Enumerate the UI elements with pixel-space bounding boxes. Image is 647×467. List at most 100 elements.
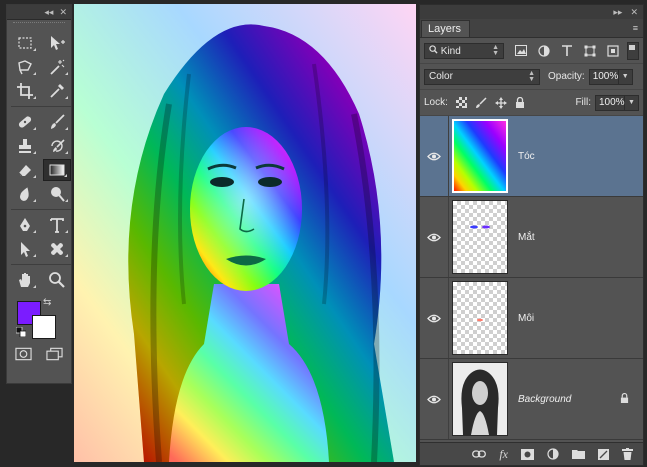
blur-icon [19, 187, 29, 201]
collapse-icon[interactable]: ◂◂ [44, 7, 53, 18]
lasso-icon [18, 60, 32, 75]
default-colors-icon[interactable] [16, 327, 26, 337]
fill-label: Fill: [575, 97, 591, 108]
eye-icon [427, 152, 441, 160]
layer-name[interactable]: Môi [518, 313, 534, 324]
filter-kind-select[interactable]: Kind ▲ ▼ [424, 42, 504, 59]
healing-brush-tool[interactable] [11, 111, 39, 133]
panel-grip[interactable] [13, 22, 65, 30]
dodge-icon [51, 187, 65, 202]
lock-all-icon[interactable] [515, 96, 525, 109]
blend-mode-select[interactable]: Color ▲ ▼ [424, 68, 540, 85]
folder-icon[interactable] [572, 449, 585, 459]
adjustment-filter-icon[interactable] [537, 44, 551, 57]
trash-icon[interactable] [622, 448, 633, 460]
eye-icon [427, 233, 441, 241]
adjustment-icon[interactable] [547, 448, 559, 460]
layer-thumbnail[interactable] [452, 281, 508, 355]
lock-position-icon[interactable] [494, 96, 507, 109]
layer-row-background[interactable]: Background [420, 359, 643, 440]
lock-pixels-icon[interactable] [475, 96, 487, 109]
link-icon[interactable] [472, 450, 487, 458]
layer-row-moi[interactable]: Môi [420, 278, 643, 359]
dropdown-arrows-icon: ▲ ▼ [528, 69, 535, 83]
background-color-swatch[interactable] [32, 315, 56, 339]
type-filter-icon[interactable] [560, 44, 574, 57]
shape-filter-icon[interactable] [583, 45, 597, 57]
eraser-tool[interactable] [11, 159, 39, 181]
gradient-tool[interactable] [43, 159, 71, 181]
layer-name[interactable]: Tóc [518, 151, 535, 162]
dodge-tool[interactable] [43, 183, 71, 205]
move-tool[interactable] [43, 32, 71, 54]
screen-mode-icon[interactable] [46, 347, 63, 361]
quick-mask-icon[interactable] [15, 347, 32, 361]
lock-transparent-icon[interactable] [455, 97, 467, 108]
new-layer-icon[interactable] [598, 448, 609, 460]
layer-thumbnail[interactable] [452, 200, 508, 274]
history-brush-tool[interactable] [43, 135, 71, 157]
close-icon[interactable]: ✕ [59, 7, 67, 18]
visibility-toggle[interactable] [420, 395, 448, 404]
fill-input[interactable]: 100% [595, 94, 625, 111]
layers-bottom-bar: fx [420, 442, 643, 465]
lasso-tool[interactable] [11, 56, 39, 78]
blend-row: Color ▲ ▼ Opacity: 100% ▼ [420, 64, 643, 90]
mask-icon[interactable] [521, 448, 534, 460]
layer-name[interactable]: Mắt [518, 232, 535, 243]
collapse-icon[interactable]: ▸▸ [613, 7, 622, 18]
fx-icon[interactable]: fx [499, 447, 508, 462]
bandage-icon [18, 116, 32, 128]
visibility-toggle[interactable] [420, 233, 448, 242]
panel-menu-icon[interactable]: ≡ [633, 23, 643, 37]
pen-icon [20, 218, 30, 231]
pen-tool[interactable] [11, 214, 39, 236]
filter-toggle[interactable] [627, 41, 639, 60]
smart-object-filter-icon[interactable] [606, 44, 620, 57]
magic-wand-icon [50, 59, 65, 75]
tools-panel: ◂◂ ✕ ⇆ [6, 4, 72, 384]
fill-dropdown-icon[interactable]: ▼ [625, 94, 639, 111]
opacity-label: Opacity: [548, 71, 585, 82]
layers-panel-header: ▸▸ ✕ [420, 5, 643, 19]
visibility-toggle[interactable] [420, 152, 448, 161]
custom-shape-tool[interactable] [43, 238, 71, 260]
layer-thumbnail[interactable] [452, 119, 508, 193]
tools-panel-header: ◂◂ ✕ [7, 5, 71, 20]
document-canvas[interactable] [74, 4, 416, 462]
opacity-dropdown-icon[interactable]: ▼ [618, 68, 633, 85]
visibility-toggle[interactable] [420, 314, 448, 323]
hand-tool[interactable] [11, 269, 39, 291]
swap-colors-icon[interactable]: ⇆ [43, 297, 51, 308]
arrow-icon [21, 242, 30, 257]
eye-icon [427, 395, 441, 403]
opacity-input[interactable]: 100% [588, 68, 619, 85]
lock-icon [620, 393, 629, 403]
clone-stamp-tool[interactable] [11, 135, 39, 157]
close-icon[interactable]: ✕ [630, 7, 638, 18]
eyedropper-tool[interactable] [43, 80, 71, 102]
blur-tool[interactable] [11, 183, 39, 205]
filter-row: Kind ▲ ▼ [420, 38, 643, 64]
layer-name[interactable]: Background [518, 394, 571, 405]
search-icon [429, 44, 438, 54]
type-tool[interactable] [43, 214, 71, 236]
portrait-image [74, 4, 416, 462]
zoom-tool[interactable] [43, 269, 71, 291]
layers-tabbar: Layers ≡ [420, 19, 643, 38]
layer-thumbnail[interactable] [452, 362, 508, 436]
brush-tool[interactable] [43, 111, 71, 133]
layers-panel: ▸▸ ✕ Layers ≡ Kind ▲ ▼ Color ▲ ▼ Opacity: … [419, 4, 644, 466]
marquee-tool[interactable] [11, 32, 39, 54]
image-filter-icon[interactable] [514, 45, 528, 57]
filter-kind-label: Kind [440, 45, 461, 57]
path-selection-tool[interactable] [11, 238, 39, 260]
lock-label: Lock: [424, 97, 448, 108]
history-brush-icon [51, 139, 65, 152]
crop-tool[interactable] [11, 80, 39, 102]
tab-layers[interactable]: Layers [421, 20, 471, 37]
layer-row-toc[interactable]: Tóc [420, 116, 643, 197]
marquee-icon [18, 37, 32, 49]
magic-wand-tool[interactable] [43, 56, 71, 78]
layer-row-mat[interactable]: Mắt [420, 197, 643, 278]
